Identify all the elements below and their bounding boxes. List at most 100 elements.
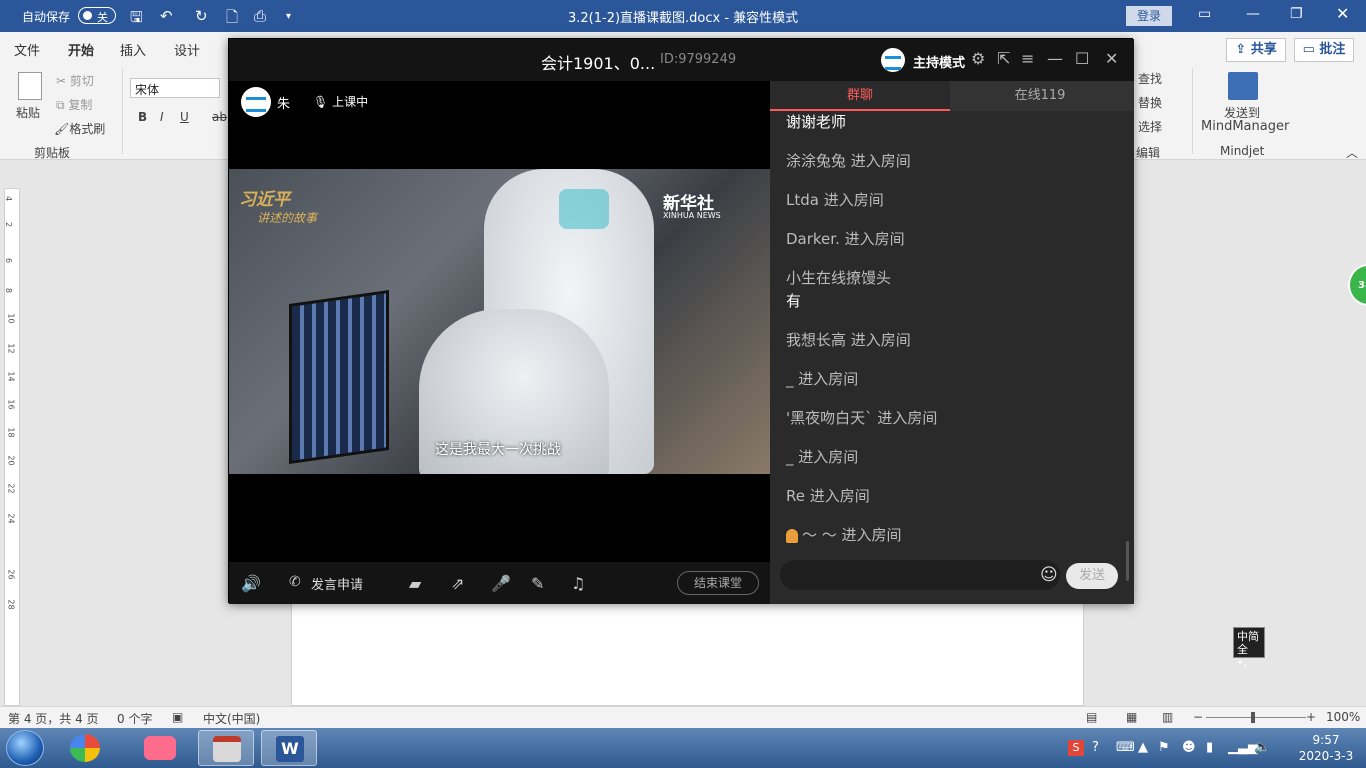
taskbar-app-word[interactable]: W xyxy=(261,730,317,766)
word-count[interactable]: 0 个字 xyxy=(117,710,152,727)
camera-off-icon[interactable]: ▰ xyxy=(409,574,421,593)
paste-button[interactable]: 粘贴 xyxy=(16,104,40,121)
emoji-icon[interactable]: ☺ xyxy=(1040,565,1058,585)
ime-status-box[interactable]: 中简 全 •, xyxy=(1233,627,1265,669)
print-layout-icon[interactable]: ▦ xyxy=(1126,710,1137,724)
copy-button[interactable]: ⧉ 复制 xyxy=(56,96,92,113)
chat-messages[interactable]: 谢谢老师 涂涂兔兔 进入房间 Ltda 进入房间 Darker. 进入房间 小生… xyxy=(770,111,1130,551)
print-icon[interactable]: ⎙ xyxy=(254,7,266,25)
paste-icon[interactable] xyxy=(18,72,42,100)
page-count[interactable]: 第 4 页，共 4 页 xyxy=(8,710,99,727)
microphone-icon[interactable]: 🎤 xyxy=(491,574,511,593)
ruler-strip xyxy=(4,188,20,706)
menu-icon[interactable]: ≡ xyxy=(1021,49,1034,68)
zoom-slider-thumb[interactable] xyxy=(1251,712,1255,723)
mindmanager-label[interactable]: MindManager xyxy=(1201,119,1289,134)
find-button[interactable]: 查找 xyxy=(1138,70,1162,87)
end-class-button[interactable]: 结束课堂 xyxy=(677,571,759,595)
maximize-window-icon[interactable]: ☐ xyxy=(1075,49,1089,68)
user-avatar-icon xyxy=(786,528,798,543)
tab-home[interactable]: 开始 xyxy=(68,40,95,65)
chat-input[interactable] xyxy=(780,560,1060,590)
teacher-avatar xyxy=(241,87,271,117)
sogou-ime-icon[interactable]: S xyxy=(1068,740,1084,756)
start-button[interactable] xyxy=(6,730,44,766)
share-screen-icon[interactable]: ⇗ xyxy=(451,574,464,593)
undo-icon[interactable]: ↶ xyxy=(160,7,173,25)
video-stream[interactable]: 习近平 讲述的故事 新华社 XINHUA NEWS 这是我最大一次挑战 xyxy=(229,169,770,474)
ruler-number: 14 xyxy=(6,371,16,382)
document-title: 3.2(1-2)直播课截图.docx - 兼容性模式 xyxy=(568,11,799,26)
tab-design[interactable]: 设计 xyxy=(174,40,200,59)
keyboard-icon[interactable]: ⌨ xyxy=(1116,740,1135,755)
minimize-icon[interactable]: — xyxy=(1246,6,1260,22)
tab-online[interactable]: 在线119 xyxy=(950,81,1130,111)
music-icon[interactable]: ♫ xyxy=(571,574,585,593)
popout-icon[interactable]: ⇱ xyxy=(997,49,1010,68)
zoom-in-icon[interactable]: + xyxy=(1306,710,1316,724)
edit-group-label: 编辑 xyxy=(1136,146,1161,160)
phone-icon[interactable]: ✆ xyxy=(289,574,301,590)
send-button[interactable]: 发送 xyxy=(1066,563,1118,589)
login-button[interactable]: 登录 xyxy=(1126,6,1172,26)
host-mode-button[interactable]: 主持模式 xyxy=(913,52,965,71)
zoom-level[interactable]: 100% xyxy=(1326,710,1360,724)
device-icon[interactable]: ▮ xyxy=(1206,740,1213,755)
ribbon-display-icon[interactable]: ▭ xyxy=(1198,6,1211,22)
format-painter-label: 格式刷 xyxy=(69,122,106,136)
qq-icon[interactable]: ☻ xyxy=(1182,740,1196,755)
edit-icon[interactable]: ✎ xyxy=(531,574,544,593)
replace-button[interactable]: 替换 xyxy=(1138,94,1162,111)
close-icon[interactable]: ✕ xyxy=(1336,4,1349,23)
underline-icon[interactable]: U xyxy=(180,110,189,124)
tab-insert[interactable]: 插入 xyxy=(120,40,146,59)
font-name-input[interactable]: 宋体 xyxy=(130,78,220,98)
taskbar-app-chat[interactable] xyxy=(132,730,188,766)
settings-icon[interactable]: ⚙ xyxy=(971,49,985,68)
share-button[interactable]: ⇪ 共享 xyxy=(1226,38,1286,62)
cut-button[interactable]: ✂ 剪切 xyxy=(56,72,94,89)
new-doc-icon[interactable]: 🗋 xyxy=(226,7,238,32)
customize-qa-icon[interactable]: ▾ xyxy=(286,11,291,22)
browser-icon xyxy=(70,734,100,762)
autosave-toggle[interactable]: 关 xyxy=(78,7,116,24)
clock[interactable]: 9:57 2020-3-3 xyxy=(1296,732,1356,764)
show-hidden-icon[interactable]: ▲ xyxy=(1138,740,1148,755)
taskbar-app-browser[interactable] xyxy=(58,730,114,766)
chat-message: _ 进入房间 xyxy=(786,448,859,466)
ruler-number: 26 xyxy=(6,569,16,580)
close-window-icon[interactable]: ✕ xyxy=(1105,49,1118,68)
tab-file[interactable]: 文件 xyxy=(14,40,40,59)
format-painter-button[interactable]: 🖌格式刷 xyxy=(54,120,105,137)
tab-group-chat[interactable]: 群聊 xyxy=(770,81,950,111)
strikethrough-icon[interactable]: ab xyxy=(212,110,227,124)
restore-icon[interactable]: ❐ xyxy=(1290,6,1303,22)
save-icon[interactable]: 🖫 xyxy=(130,7,143,32)
italic-icon[interactable]: I xyxy=(160,110,164,124)
minimize-window-icon[interactable]: — xyxy=(1047,49,1063,68)
ruler-number: 6 xyxy=(4,257,14,264)
speaker-icon[interactable]: 🔊 xyxy=(241,574,261,593)
select-button[interactable]: 选择 xyxy=(1138,118,1162,135)
language[interactable]: 中文(中国) xyxy=(203,710,260,727)
mindmanager-icon[interactable] xyxy=(1228,72,1258,100)
ruler-number: 2 xyxy=(4,221,14,228)
floating-badge[interactable]: 38 xyxy=(1348,264,1366,306)
read-mode-icon[interactable]: ▤ xyxy=(1086,710,1097,724)
taskbar: W S ? ⌨ ▲ ⚑ ☻ ▮ ▁▃▅ 🔈 9:57 2020-3-3 xyxy=(0,728,1366,768)
proofing-icon[interactable]: ▣ xyxy=(172,710,183,724)
volume-icon[interactable]: 🔈 xyxy=(1254,740,1270,755)
taskbar-app-live[interactable] xyxy=(198,730,254,766)
bold-icon[interactable]: B xyxy=(138,110,147,124)
collapse-ribbon-icon[interactable]: ︿ xyxy=(1346,144,1358,161)
zoom-slider[interactable] xyxy=(1206,717,1306,718)
zoom-out-icon[interactable]: − xyxy=(1193,710,1203,724)
clipboard-group-label: 剪贴板 xyxy=(34,146,71,160)
network-warning-icon[interactable]: ⚑ xyxy=(1158,740,1170,755)
comment-button[interactable]: ▭ 批注 xyxy=(1294,38,1354,62)
web-layout-icon[interactable]: ▥ xyxy=(1162,710,1173,724)
redo-icon[interactable]: ↻ xyxy=(195,7,208,25)
chat-scrollbar[interactable] xyxy=(1126,541,1129,581)
speak-request-button[interactable]: 发言申请 xyxy=(311,574,363,593)
help-icon[interactable]: ? xyxy=(1092,740,1099,755)
